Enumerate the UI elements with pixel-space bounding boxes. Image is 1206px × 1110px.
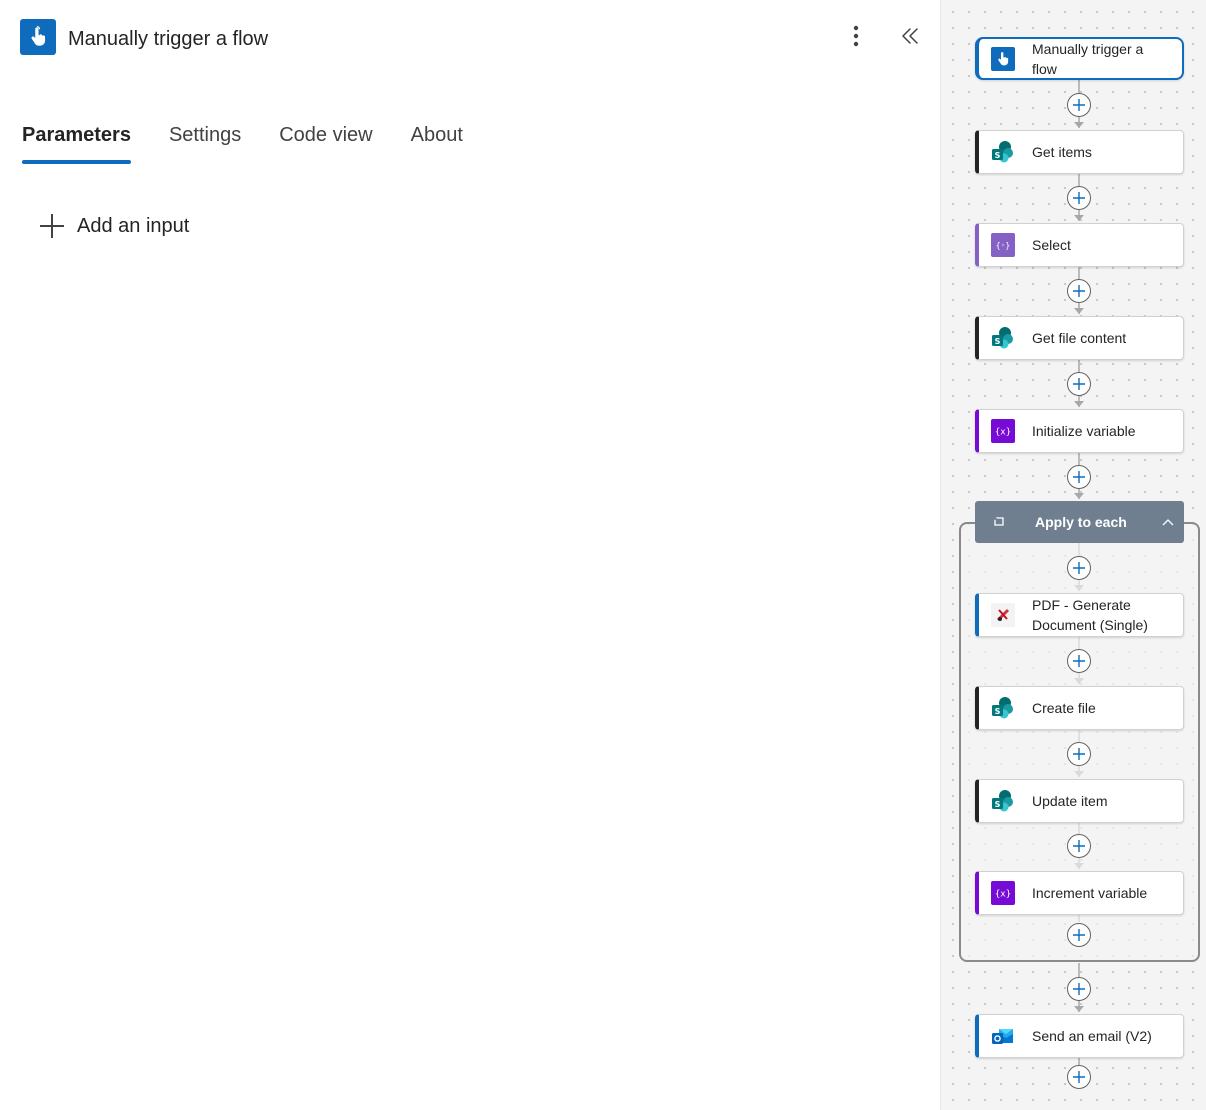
more-options-button[interactable] xyxy=(842,22,870,50)
add-step-button[interactable] xyxy=(1067,742,1091,766)
node-send-email[interactable]: Send an email (V2) xyxy=(975,1014,1184,1058)
sharepoint-icon: S xyxy=(991,696,1015,720)
plus-icon xyxy=(1073,562,1085,574)
node-get-items[interactable]: S Get items xyxy=(975,130,1184,174)
sharepoint-icon: S xyxy=(991,140,1015,164)
node-label: Manually trigger a flow xyxy=(1032,40,1144,77)
add-step-button[interactable] xyxy=(1067,279,1091,303)
svg-text:S: S xyxy=(995,707,1001,716)
node-initialize-variable[interactable]: {x} Initialize variable xyxy=(975,409,1184,453)
plus-icon xyxy=(1073,285,1085,297)
node-get-file-content[interactable]: S Get file content xyxy=(975,316,1184,360)
node-apply-to-each[interactable]: Apply to each xyxy=(975,501,1184,543)
node-manually-trigger[interactable]: Manually trigger a flow xyxy=(975,37,1184,80)
add-step-button[interactable] xyxy=(1067,93,1091,117)
svg-text:{x}: {x} xyxy=(995,890,1011,900)
plus-icon xyxy=(1073,192,1085,204)
node-label: Get file content xyxy=(1032,330,1127,346)
panel-tabs: Parameters Settings Code view About xyxy=(22,124,501,164)
add-step-button[interactable] xyxy=(1067,186,1091,210)
add-step-button[interactable] xyxy=(1067,465,1091,489)
node-label: Initialize variable xyxy=(1032,423,1136,439)
variable-icon: {x} xyxy=(991,419,1015,443)
add-step-button[interactable] xyxy=(1067,372,1091,396)
plus-icon xyxy=(1073,983,1085,995)
add-step-button[interactable] xyxy=(1067,977,1091,1001)
plus-icon xyxy=(1073,655,1085,667)
collapse-panel-button[interactable] xyxy=(896,22,924,50)
loop-icon xyxy=(987,510,1011,534)
tab-settings[interactable]: Settings xyxy=(169,124,241,164)
hand-touch-icon xyxy=(991,46,1015,71)
add-step-button[interactable] xyxy=(1067,1065,1091,1089)
plus-icon xyxy=(1073,378,1085,390)
pdf-tool-icon xyxy=(991,603,1015,627)
panel-title: Manually trigger a flow xyxy=(68,28,269,50)
plus-icon xyxy=(1073,99,1085,111)
add-input-label: Add an input xyxy=(77,214,190,237)
tab-parameters[interactable]: Parameters xyxy=(22,124,131,164)
sharepoint-icon: S xyxy=(991,789,1015,813)
tab-code-view[interactable]: Code view xyxy=(279,124,372,164)
add-step-button[interactable] xyxy=(1067,556,1091,580)
add-step-button[interactable] xyxy=(1067,834,1091,858)
chevron-double-left-icon xyxy=(902,28,918,44)
add-step-button[interactable] xyxy=(1067,649,1091,673)
svg-text:S: S xyxy=(995,151,1001,160)
node-update-item[interactable]: S Update item xyxy=(975,779,1184,823)
add-step-button[interactable] xyxy=(1067,923,1091,947)
details-panel: Manually trigger a flow Parameters Setti… xyxy=(0,0,940,1110)
node-pdf-generate-document[interactable]: PDF - Generate Document (Single) xyxy=(975,593,1184,637)
flow-canvas[interactable]: Manually trigger a flow S Get items {◦} … xyxy=(940,0,1206,1110)
data-operation-icon: {◦} xyxy=(991,233,1015,257)
trigger-icon xyxy=(20,19,56,55)
plus-icon xyxy=(1073,840,1085,852)
tab-about[interactable]: About xyxy=(411,124,463,164)
chevron-up-icon[interactable] xyxy=(1160,514,1176,530)
node-label: PDF - Generate Document (Single) xyxy=(1032,597,1148,633)
node-label: Create file xyxy=(1032,700,1096,716)
node-label: Get items xyxy=(1032,144,1092,160)
node-label: Apply to each xyxy=(1035,514,1127,530)
plus-icon xyxy=(1073,748,1085,760)
more-vertical-icon xyxy=(853,25,859,47)
variable-icon: {x} xyxy=(991,881,1015,905)
node-increment-variable[interactable]: {x} Increment variable xyxy=(975,871,1184,915)
node-label: Select xyxy=(1032,237,1071,253)
plus-icon xyxy=(1073,929,1085,941)
svg-text:{◦}: {◦} xyxy=(996,241,1010,250)
hand-touch-icon xyxy=(31,26,46,46)
svg-text:S: S xyxy=(995,337,1001,346)
node-label: Update item xyxy=(1032,793,1108,809)
plus-icon xyxy=(1073,471,1085,483)
node-select[interactable]: {◦} Select xyxy=(975,223,1184,267)
node-label: Send an email (V2) xyxy=(1032,1028,1152,1044)
sharepoint-icon: S xyxy=(991,326,1015,350)
node-create-file[interactable]: S Create file xyxy=(975,686,1184,730)
plus-icon xyxy=(1073,1071,1085,1083)
svg-text:S: S xyxy=(995,800,1001,809)
outlook-icon xyxy=(991,1024,1015,1048)
node-label: Increment variable xyxy=(1032,885,1148,901)
add-input-button[interactable]: Add an input xyxy=(40,214,189,238)
plus-icon xyxy=(40,214,64,238)
svg-text:{x}: {x} xyxy=(995,428,1011,438)
